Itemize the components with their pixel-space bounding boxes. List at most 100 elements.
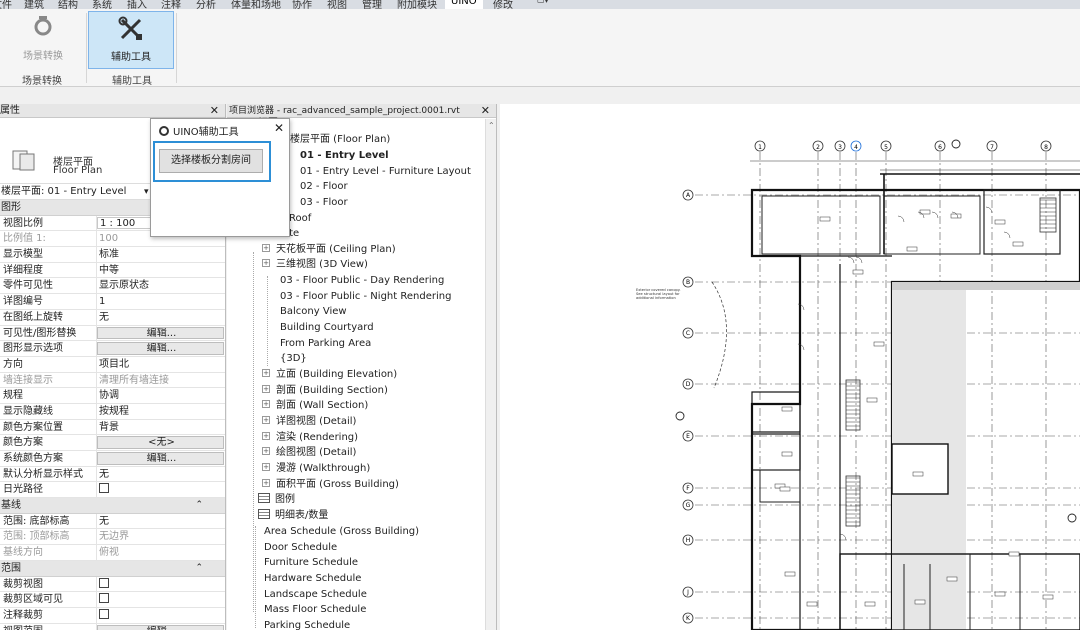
edit-button[interactable]: <无> (97, 436, 224, 449)
property-row[interactable]: 裁剪区域可见 (0, 592, 225, 608)
property-row[interactable]: 默认分析显示样式无 (0, 466, 225, 483)
property-row[interactable]: 基线方向 俯视 (0, 545, 225, 561)
expand-icon[interactable]: + (262, 400, 270, 408)
tree-item[interactable]: + 面积平面 (Gross Building) (262, 478, 399, 492)
checkbox[interactable] (99, 483, 109, 494)
menu-tab-annotate[interactable]: 注释 (161, 0, 181, 9)
property-value[interactable] (97, 482, 225, 497)
scene-convert-button[interactable]: 场景转换 (0, 11, 86, 69)
tree-item[interactable]: 02 - Floor (300, 180, 348, 194)
property-value[interactable]: 中等 (97, 263, 225, 278)
tree-item[interactable]: Roof (289, 212, 311, 226)
property-row[interactable]: 在图纸上旋转无 (0, 309, 225, 326)
close-icon[interactable]: ✕ (210, 104, 219, 118)
property-row[interactable]: 详图编号 1 (0, 294, 225, 310)
expand-icon[interactable]: + (262, 447, 270, 455)
property-value[interactable]: 协调 (97, 388, 225, 403)
expand-icon[interactable]: + (262, 259, 270, 267)
group-header-underlay[interactable]: 基线 ⌃ (0, 498, 225, 514)
property-value[interactable] (97, 592, 225, 607)
checkbox[interactable] (99, 577, 109, 588)
expand-icon[interactable]: + (262, 244, 270, 252)
property-value[interactable]: 无 (97, 310, 225, 325)
menu-tab-view[interactable]: 视图 (327, 0, 347, 9)
edit-button[interactable]: 编辑... (97, 624, 224, 630)
tree-item[interactable]: Door Schedule (264, 541, 337, 555)
tree-item[interactable]: + 详图视图 (Detail) (262, 415, 356, 429)
expand-icon[interactable]: + (262, 463, 270, 471)
property-value[interactable]: 标准 (97, 247, 225, 262)
tree-item[interactable]: Landscape Schedule (264, 588, 367, 602)
collapse-icon[interactable]: ⌃ (195, 498, 203, 514)
property-row[interactable]: 系统颜色方案 编辑... (0, 451, 225, 467)
tree-item[interactable]: {3D} (280, 352, 307, 366)
property-row[interactable]: 视图范围编辑... (0, 623, 225, 630)
tree-item[interactable]: 明细表/数量 (258, 509, 328, 523)
menu-tab-systems[interactable]: 系统 (92, 0, 112, 9)
tree-item[interactable]: Parking Schedule (264, 619, 350, 630)
expand-icon[interactable]: + (262, 416, 270, 424)
property-row[interactable]: 颜色方案位置 背景 (0, 419, 225, 436)
property-row[interactable]: 日光路径 (0, 482, 225, 499)
menu-tab-manage[interactable]: 管理 (362, 0, 382, 9)
menu-tab-structure[interactable]: 结构 (58, 0, 78, 9)
panel-toggle-dropdown[interactable]: ▭▾ (537, 0, 549, 5)
tree-item[interactable]: Hardware Schedule (264, 572, 361, 586)
tree-item[interactable]: Balcony View (280, 305, 347, 319)
menu-tab-analyze[interactable]: 分析 (196, 0, 216, 9)
browser-scrollbar[interactable]: ⌃ (485, 119, 496, 630)
tree-item[interactable]: + 漫游 (Walkthrough) (262, 462, 370, 476)
menu-tab-collaborate[interactable]: 协作 (292, 0, 312, 9)
property-value[interactable]: 背景 (97, 420, 225, 435)
property-value[interactable]: 俯视 (97, 545, 225, 560)
tree-item[interactable]: + 立面 (Building Elevation) (262, 368, 397, 382)
property-value[interactable]: 无 (97, 514, 225, 529)
property-value[interactable]: 清理所有墙连接 (97, 373, 225, 388)
assist-tools-button[interactable]: 辅助工具 (88, 11, 174, 69)
drawing-canvas[interactable]: 1 2 3 4 5 6 7 8 A B C D E F G H J K Exterior covered canop… (500, 104, 1080, 630)
property-row[interactable]: 颜色方案 <无> (0, 435, 225, 451)
property-row[interactable]: 可见性/图形替换 编辑... (0, 325, 225, 342)
menu-tab-uino[interactable]: UINO (445, 0, 483, 9)
menu-tab-insert[interactable]: 插入 (127, 0, 147, 9)
close-icon[interactable]: ✕ (481, 104, 490, 117)
property-row[interactable]: 显示模型 标准 (0, 247, 225, 263)
property-row[interactable]: 裁剪视图 (0, 576, 225, 593)
menu-tab-modify[interactable]: 修改 (493, 0, 513, 9)
property-row[interactable]: 范围: 底部标高无 (0, 513, 225, 530)
edit-button[interactable]: 编辑... (97, 342, 224, 355)
property-row[interactable]: 方向 项目北 (0, 356, 225, 373)
property-value[interactable]: 按规程 (97, 404, 225, 419)
tree-item[interactable]: 03 - Floor Public - Day Rendering (280, 274, 444, 288)
property-row[interactable]: 零件可见性 显示原状态 (0, 278, 225, 295)
tree-item[interactable]: + 剖面 (Building Section) (262, 384, 388, 398)
menu-tab-file[interactable]: 文件 (0, 0, 12, 9)
tree-item[interactable]: 03 - Floor Public - Night Rendering (280, 290, 451, 304)
collapse-icon[interactable]: ⌃ (195, 561, 203, 577)
property-value[interactable]: 显示原状态 (97, 278, 225, 293)
tree-item[interactable]: + 渲染 (Rendering) (262, 431, 358, 445)
property-row[interactable]: 范围: 顶部标高 无边界 (0, 529, 225, 546)
property-row[interactable]: 墙连接显示 清理所有墙连接 (0, 372, 225, 389)
tree-item[interactable]: From Parking Area (280, 337, 371, 351)
tree-item[interactable]: 03 - Floor (300, 196, 348, 210)
tree-item[interactable]: Area Schedule (Gross Building) (264, 525, 419, 539)
property-value[interactable]: 1 (97, 294, 225, 309)
expand-icon[interactable]: + (262, 385, 270, 393)
property-value[interactable]: 无边界 (97, 529, 225, 544)
close-icon[interactable]: ✕ (274, 121, 284, 135)
tree-item[interactable]: 图例 (258, 493, 295, 507)
tree-item[interactable]: + 绘图视图 (Detail) (262, 446, 356, 460)
tree-item[interactable]: 01 - Entry Level - Furniture Layout (300, 165, 471, 179)
edit-button[interactable]: 编辑... (97, 326, 224, 340)
property-value[interactable] (97, 577, 225, 592)
menu-tab-addins[interactable]: 附加模块 (397, 0, 437, 9)
menu-tab-massing-site[interactable]: 体量和场地 (231, 0, 281, 9)
property-row[interactable]: 注释裁剪 (0, 607, 225, 624)
tree-item[interactable]: Mass Floor Schedule (264, 603, 366, 617)
checkbox[interactable] (99, 593, 109, 604)
tree-item[interactable]: 楼层平面 (Floor Plan) (290, 133, 390, 147)
tree-item[interactable]: + 三维视图 (3D View) (262, 258, 368, 272)
property-row[interactable]: 显示隐藏线 按规程 (0, 403, 225, 420)
property-row[interactable]: 图形显示选项 编辑... (0, 341, 225, 357)
